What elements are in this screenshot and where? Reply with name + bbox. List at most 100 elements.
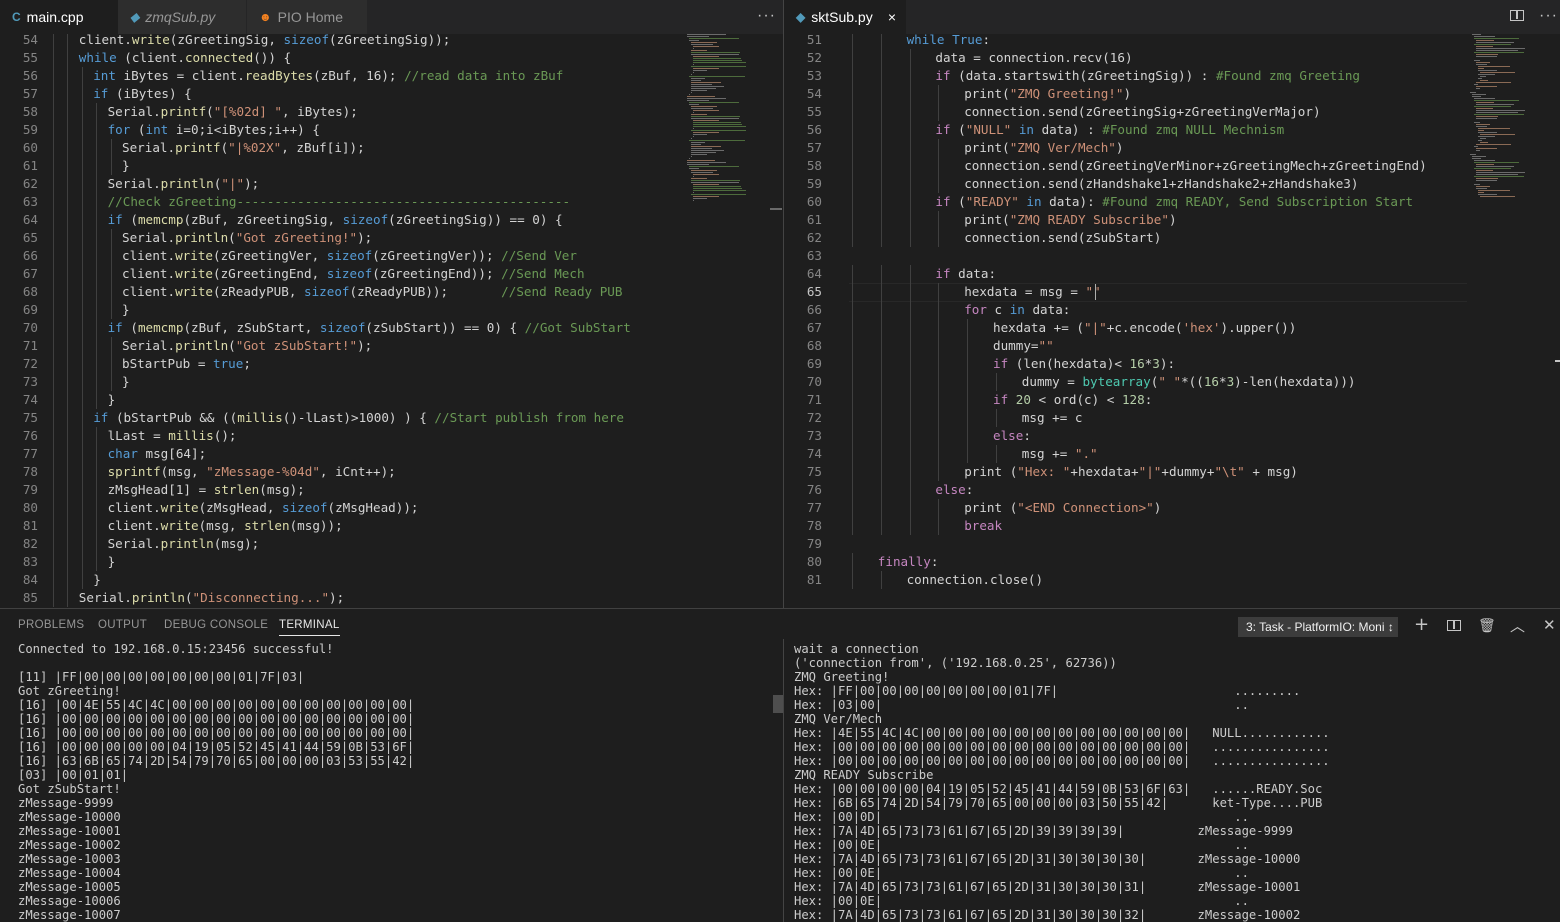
code-line[interactable]: 75 print ("Hex: "+hexdata+"|"+dummy+"\t" … [784,463,1470,481]
right-terminal-output[interactable]: wait a connection ('connection from', ('… [794,642,1554,922]
code-line[interactable]: 53 if (data.startswith(zGreetingSig)) : #… [784,67,1470,85]
code-line[interactable]: 58 connection.send(zGreetingVerMinor+zGre… [784,157,1470,175]
code-line[interactable]: 73} [0,373,783,391]
close-panel-icon[interactable]: ✕ [1543,616,1556,634]
code-line[interactable]: 64 if (memcmp(zBuf, zGreetingSig, sizeof(… [0,211,783,229]
code-line[interactable]: 71 Serial.println("Got zSubStart!"); [0,337,783,355]
tab-zmqsub-py[interactable]: ◆ zmqSub.py [118,0,246,34]
left-minimap[interactable] [683,34,773,214]
code-line[interactable]: 66 client.write(zGreetingVer, sizeof(zGre… [0,247,783,265]
code-line[interactable]: 83} [0,553,783,571]
code-line[interactable]: 67 hexdata += ("|"+c.encode('hex').upper(… [784,319,1470,337]
code-line[interactable]: 63 //Check zGreeting---------------------… [0,193,783,211]
code-line[interactable]: 85 Serial.println("Disconnecting..."); [0,589,783,607]
code-token: printf [160,104,207,119]
code-line[interactable]: 62 Serial.println("|"); [0,175,783,193]
indent-guide [909,85,911,103]
left-scrollbar-thumb[interactable] [770,208,782,210]
more-actions-icon[interactable]: ··· [757,7,776,25]
code-line[interactable]: 68 dummy="" [784,337,1470,355]
code-line[interactable]: 59 connection.send(zHandshake1+zHandshake… [784,175,1470,193]
code-line[interactable]: 59 for (int i=0;i<iBytes;i++) { [0,121,783,139]
code-line[interactable]: 61} [0,157,783,175]
code-line[interactable]: 82 Serial.println(msg); [0,535,783,553]
tab-terminal[interactable]: TERMINAL [279,619,340,636]
code-line[interactable]: 57 print("ZMQ Ver/Mech") [784,139,1470,157]
code-line[interactable]: 58 Serial.printf("[%02d] ", iBytes); [0,103,783,121]
code-line[interactable]: 81 connection.close() [784,571,1470,589]
code-line[interactable]: 80 finally: [784,553,1470,571]
code-line[interactable]: 84} [0,571,783,589]
code-line[interactable]: 69} [0,301,783,319]
tab-sktsub-py[interactable]: ◆ sktSub.py × [784,0,906,34]
code-line[interactable]: 72 bStartPub = true; [0,355,783,373]
code-token: print [964,500,1003,515]
code-line[interactable]: 54 print("ZMQ Greeting!") [784,85,1470,103]
code-line[interactable]: 67 client.write(zGreetingEnd, sizeof(zGre… [0,265,783,283]
code-line[interactable]: 71 if 20 < ord(c) < 128: [784,391,1470,409]
code-line[interactable]: 51 while True: [784,34,1470,49]
code-line[interactable]: 60 Serial.printf("|%02X", zBuf[i]); [0,139,783,157]
indent-guide [880,67,882,85]
code-line[interactable]: 74} [0,391,783,409]
code-line[interactable]: 55 while (client.connected()) { [0,49,783,67]
code-line[interactable]: 65 Serial.println("Got zGreeting!"); [0,229,783,247]
code-line[interactable]: 81 client.write(msg, strlen(msg)); [0,517,783,535]
code-line[interactable]: 55 connection.send(zGreetingSig+zGreeting… [784,103,1470,121]
code-line[interactable]: 80 client.write(zMsgHead, sizeof(zMsgHead… [0,499,783,517]
code-line[interactable]: 78 sprintf(msg, "zMessage-%04d", iCnt++); [0,463,783,481]
code-line[interactable]: 56 int iBytes = client.readBytes(zBuf, 16… [0,67,783,85]
code-line[interactable]: 65 hexdata = msg = "" [784,283,1470,301]
split-editor-icon[interactable] [1510,10,1524,21]
code-line[interactable]: 79 zMsgHead[1] = strlen(msg); [0,481,783,499]
tab-problems[interactable]: PROBLEMS [18,619,84,631]
code-line[interactable]: 79 [784,535,1470,553]
code-line[interactable]: 73 else: [784,427,1470,445]
right-scrollbar-thumb[interactable] [1555,360,1560,362]
code-line[interactable]: 57 if (iBytes) { [0,85,783,103]
code-line[interactable]: 61 print("ZMQ READY Subscribe") [784,211,1470,229]
indent-guide [96,517,98,535]
code-line[interactable]: 78 break [784,517,1470,535]
code-line[interactable]: 76 else: [784,481,1470,499]
trash-icon[interactable]: 🗑 [1478,618,1496,634]
terminal-scrollbar-thumb[interactable] [773,695,783,713]
indent-guide [852,373,853,391]
split-terminal-icon[interactable] [1447,620,1461,631]
code-line[interactable]: 72 msg += c [784,409,1470,427]
code-line[interactable]: 74 msg += "." [784,445,1470,463]
left-code-editor[interactable]: 54 client.write(zGreetingSig, sizeof(zGre… [0,34,783,608]
code-line[interactable]: 66 for c in data: [784,301,1470,319]
code-line[interactable]: 77 char msg[64]; [0,445,783,463]
tab-main-cpp[interactable]: C main.cpp [0,0,118,34]
chevron-up-icon[interactable]: ︿ [1510,615,1525,636]
right-code-editor[interactable]: 51 while True: 52 data = connection.recv(16… [784,34,1470,608]
code-line[interactable]: 56 if ("NULL" in data) : #Found zmq NULL … [784,121,1470,139]
code-line[interactable]: 62 connection.send(zSubStart) [784,229,1470,247]
code-line[interactable]: 63 [784,247,1470,265]
more-actions-icon[interactable]: ··· [1539,7,1558,25]
code-line[interactable]: 70 dummy = bytearray(" "*((16*3)-len(hexd… [784,373,1470,391]
add-terminal-icon[interactable]: + [1414,614,1429,635]
code-line[interactable]: 54 client.write(zGreetingSig, sizeof(zGre… [0,34,783,49]
code-line[interactable]: 75 if (bStartPub && ((millis()-lLast)>100… [0,409,783,427]
terminal-task-select[interactable]: 3: Task - PlatformIO: Moni ↕ [1238,617,1398,637]
code-line[interactable]: 77 print ("<END Connection>") [784,499,1470,517]
left-terminal-output[interactable]: Connected to 192.168.0.15:23456 successf… [18,642,778,922]
tab-debug-console[interactable]: DEBUG CONSOLE [164,619,268,631]
minimap-line [689,40,700,41]
code-line[interactable]: 60 if ("READY" in data): #Found zmq READY… [784,193,1470,211]
tab-output[interactable]: OUTPUT [98,619,147,631]
code-line[interactable]: 69 if (len(hexdata)< 16*3): [784,355,1470,373]
code-line[interactable]: 70 if (memcmp(zBuf, zSubStart, sizeof(zSu… [0,319,783,337]
code-text: print("ZMQ Greeting!") [964,85,1131,103]
code-line[interactable]: 52 data = connection.recv(16) [784,49,1470,67]
close-icon[interactable]: × [888,9,896,25]
code-line[interactable]: 68 client.write(zReadyPUB, sizeof(zReadyP… [0,283,783,301]
tab-pio-home[interactable]: ☻ PIO Home [247,0,367,34]
code-line[interactable]: 64 if data: [784,265,1470,283]
code-line[interactable]: 76 lLast = millis(); [0,427,783,445]
code-token: , zBuf[i]); [281,140,365,155]
line-number: 69 [806,356,822,371]
right-minimap[interactable] [1468,34,1553,204]
